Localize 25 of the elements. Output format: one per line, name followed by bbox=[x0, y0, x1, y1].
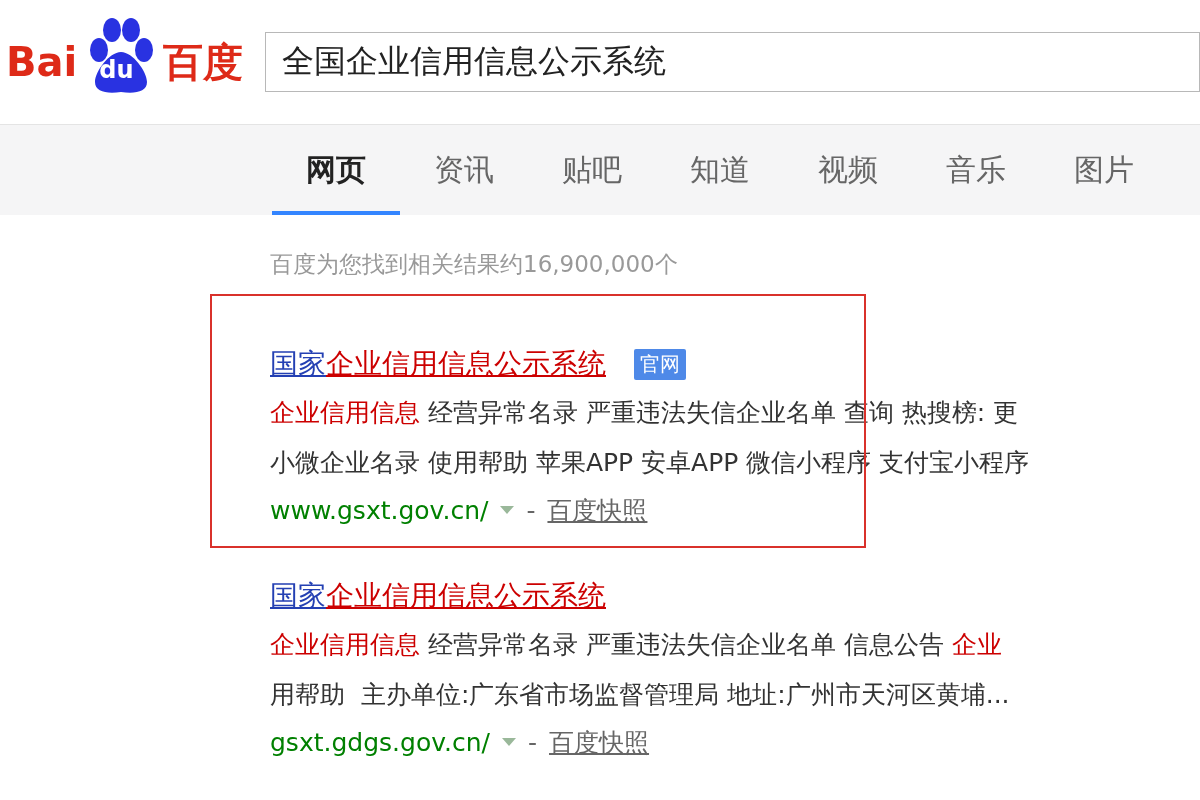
nav-tab[interactable]: 资讯 bbox=[400, 125, 528, 215]
caret-icon[interactable] bbox=[500, 506, 515, 514]
nav-tab[interactable]: 图片 bbox=[1040, 125, 1168, 215]
result-url: gsxt.gdgs.gov.cn/ bbox=[270, 727, 490, 757]
caret-icon[interactable] bbox=[502, 738, 516, 746]
logo-text: du bbox=[99, 58, 134, 82]
nav-tab[interactable]: 网页 bbox=[272, 125, 400, 215]
nav-tab[interactable]: 知道 bbox=[656, 125, 784, 215]
snapshot-link[interactable]: 百度快照 bbox=[547, 493, 648, 527]
result-title-link[interactable]: 国家企业信用信息公示系统 bbox=[270, 577, 606, 615]
official-badge: 官网 bbox=[634, 348, 686, 380]
search-field[interactable]: 全国企业信用信息公示系统 bbox=[265, 32, 1200, 92]
result-count: 百度为您找到相关结果约16,900,000个 bbox=[270, 250, 679, 279]
logo-text: Bai bbox=[6, 39, 78, 85]
separator-text: - bbox=[528, 727, 538, 757]
nav-tab[interactable]: 音乐 bbox=[912, 125, 1040, 215]
snapshot-link[interactable]: 百度快照 bbox=[549, 725, 650, 759]
logo-text: 百度 bbox=[163, 37, 244, 87]
result-snippet: 用帮助 主办单位:广东省市场监督管理局 地址:广州市天河区黄埔... bbox=[270, 678, 1011, 711]
nav-tab[interactable]: 视频 bbox=[784, 125, 912, 215]
result-title-link[interactable]: 国家企业信用信息公示系统 bbox=[270, 345, 606, 383]
separator-text: - bbox=[526, 495, 536, 525]
nav-tab[interactable]: 贴吧 bbox=[528, 125, 656, 215]
result-snippet: 企业信用信息 经营异常名录 严重违法失信企业名单 信息公告 企业 bbox=[270, 628, 1003, 661]
result-url: www.gsxt.gov.cn/ bbox=[270, 495, 489, 525]
